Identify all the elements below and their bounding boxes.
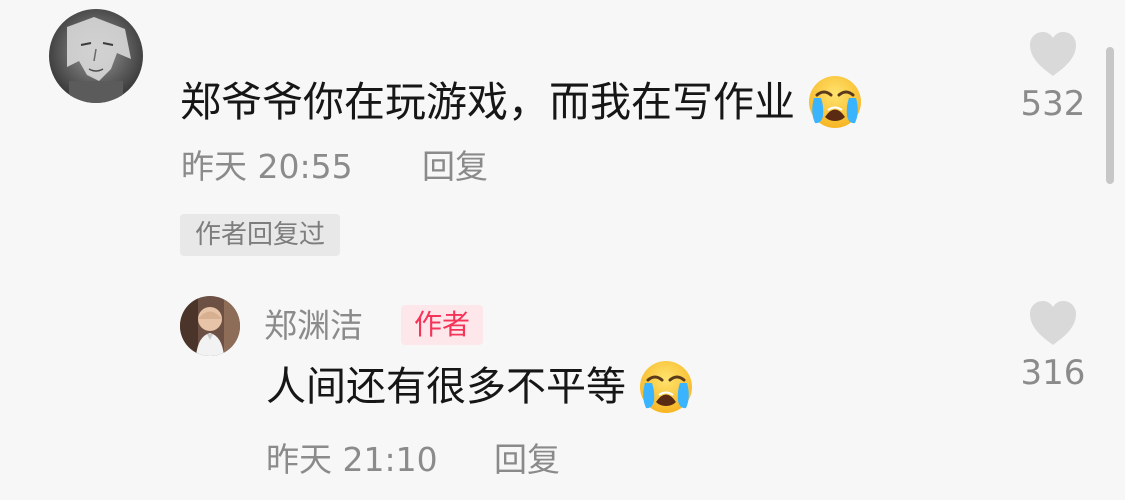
- loudly-crying-face-icon: [807, 74, 863, 130]
- reply-avatar[interactable]: [180, 296, 240, 356]
- reply-button[interactable]: 回复: [422, 147, 488, 187]
- like-button[interactable]: 316: [1010, 299, 1096, 393]
- commenter-avatar[interactable]: [49, 9, 143, 103]
- reply-text: 人间还有很多不平等: [266, 359, 694, 415]
- avatar-image: [180, 296, 240, 356]
- scrollbar[interactable]: [1106, 47, 1114, 184]
- reply-timestamp: 昨天 21:10: [266, 440, 438, 479]
- reply-reply-button[interactable]: 回复: [494, 440, 560, 480]
- comment-thread: 郑爷爷你在玩游戏，而我在写作业 昨天 20:55 回复 作者回复过 532 郑渊…: [0, 0, 1125, 500]
- avatar-image: [49, 9, 143, 103]
- loudly-crying-face-icon: [638, 359, 694, 415]
- heart-icon: [1030, 32, 1076, 76]
- author-badge: 作者: [401, 305, 484, 345]
- like-count: 316: [1020, 353, 1086, 393]
- reply-username[interactable]: 郑渊洁: [264, 305, 363, 347]
- reply-body: 人间还有很多不平等: [266, 364, 626, 410]
- like-button[interactable]: 532: [1010, 30, 1096, 124]
- author-replied-chip[interactable]: 作者回复过: [180, 214, 341, 256]
- comment-body: 郑爷爷你在玩游戏，而我在写作业: [180, 78, 795, 126]
- comment-text: 郑爷爷你在玩游戏，而我在写作业: [180, 74, 863, 130]
- comment-timestamp: 昨天 20:55: [181, 147, 353, 186]
- heart-icon: [1030, 301, 1076, 345]
- like-count: 532: [1020, 84, 1086, 124]
